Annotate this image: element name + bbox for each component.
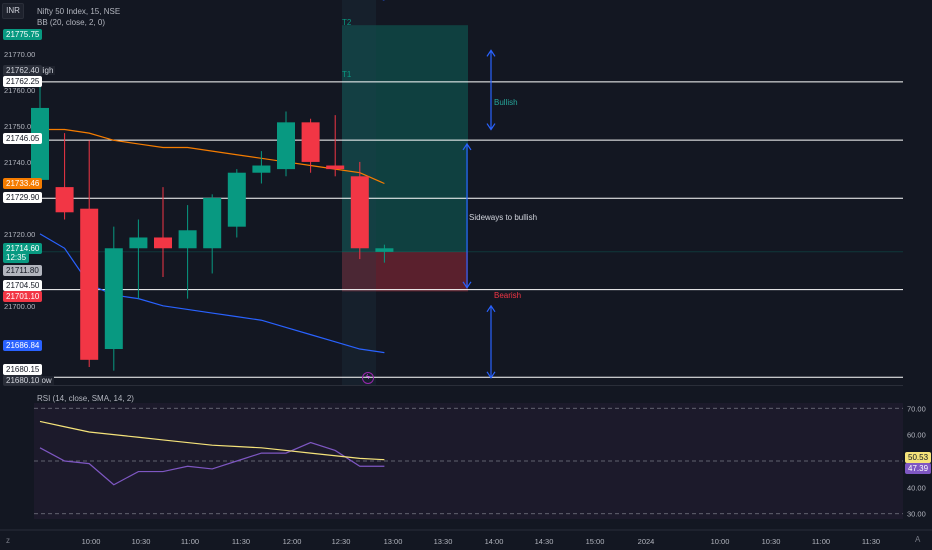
candle-body bbox=[252, 165, 271, 173]
candle-body bbox=[301, 122, 320, 162]
t1-label: T1 bbox=[342, 70, 352, 79]
price-tag: 21680.15 bbox=[3, 364, 43, 375]
lightning-icon[interactable]: ϟ bbox=[362, 372, 374, 384]
price-tag: 21701.10 bbox=[3, 291, 43, 302]
y-tick-label: 21700.00 bbox=[4, 302, 35, 311]
rsi-value-tag: 47.39 bbox=[905, 463, 932, 474]
bb-indicator-label[interactable]: BB (20, close, 2, 0) bbox=[37, 18, 105, 27]
x-tick-label: 13:30 bbox=[434, 537, 453, 546]
candle-body bbox=[154, 237, 172, 249]
rsi-value-tag: 50.53 bbox=[905, 452, 932, 463]
price-tag: 21704.50 bbox=[3, 280, 43, 291]
x-tick-label: 12:00 bbox=[283, 537, 302, 546]
candle-body bbox=[55, 187, 74, 213]
bottom-left-icon[interactable]: z bbox=[6, 536, 10, 545]
candle-body bbox=[277, 122, 295, 170]
candle-body bbox=[104, 248, 123, 350]
y-tick-label: 21720.00 bbox=[4, 230, 35, 239]
t2-label: T2 bbox=[342, 18, 352, 27]
rsi-y-tick-label: 70.00 bbox=[907, 404, 926, 413]
x-tick-label: 15:00 bbox=[586, 537, 605, 546]
x-tick-label: 14:30 bbox=[535, 537, 554, 546]
x-tick-label: 11:30 bbox=[232, 537, 250, 546]
x-tick-label: 14:00 bbox=[485, 537, 504, 546]
bearish-label: Bearish bbox=[494, 291, 522, 300]
x-tick-label: 11:00 bbox=[812, 537, 830, 546]
x-tick-label: 10:00 bbox=[711, 537, 730, 546]
price-tag: 21733.46 bbox=[3, 178, 43, 189]
candle-body bbox=[129, 237, 148, 249]
bottom-right-icon[interactable]: A bbox=[915, 535, 920, 544]
candle-body bbox=[375, 248, 394, 252]
x-tick-label: 10:30 bbox=[762, 537, 781, 546]
rsi-y-tick-label: 40.00 bbox=[907, 483, 926, 492]
rsi-y-tick-label: 30.00 bbox=[907, 510, 926, 519]
x-tick-label: 12:30 bbox=[332, 537, 351, 546]
candle-body bbox=[203, 197, 222, 249]
price-tag: 12:35 bbox=[3, 252, 30, 263]
main-chart-svg[interactable]: 21770.0021760.0021750.0021740.0021730.00… bbox=[0, 0, 932, 550]
price-tag: 21775.75 bbox=[3, 29, 43, 40]
y-tick-label: 21760.00 bbox=[4, 86, 35, 95]
candle-body bbox=[80, 208, 99, 360]
price-tag: 21729.90 bbox=[3, 192, 43, 203]
y-tick-label: 21740.00 bbox=[4, 158, 35, 167]
rsi-y-tick-label: 60.00 bbox=[907, 431, 926, 440]
price-tag: 21711.80 bbox=[3, 265, 42, 276]
price-tag: 21762.40 bbox=[3, 65, 43, 76]
symbol-title: Nifty 50 Index, 15, NSE bbox=[37, 7, 121, 16]
bullish-label: Bullish bbox=[494, 98, 518, 107]
candle-body bbox=[227, 172, 246, 227]
x-tick-label: 2024 bbox=[638, 537, 655, 546]
pane-separator bbox=[34, 385, 903, 386]
x-tick-label: 13:00 bbox=[384, 537, 403, 546]
candle-body bbox=[178, 230, 197, 249]
candle-body bbox=[326, 165, 345, 170]
rsi-indicator-label[interactable]: RSI (14, close, SMA, 14, 2) bbox=[37, 394, 134, 403]
candle-body bbox=[350, 176, 369, 249]
x-tick-label: 11:00 bbox=[181, 537, 199, 546]
y-tick-label: 21750.00 bbox=[4, 122, 35, 131]
price-tag: 21680.10 bbox=[3, 375, 43, 386]
x-tick-label: 10:30 bbox=[132, 537, 151, 546]
x-tick-label: 10:00 bbox=[82, 537, 101, 546]
price-tag: 21762.25 bbox=[3, 76, 43, 87]
price-tag: 21746.05 bbox=[3, 133, 43, 144]
y-tick-label: 21770.00 bbox=[4, 50, 35, 59]
price-tag: 21686.84 bbox=[3, 340, 43, 351]
x-tick-label: 11:30 bbox=[862, 537, 880, 546]
sideways-label: Sideways to bullish bbox=[469, 213, 538, 222]
chart-stage[interactable]: 21770.0021760.0021750.0021740.0021730.00… bbox=[0, 0, 932, 550]
currency-button[interactable]: INR bbox=[2, 3, 24, 19]
